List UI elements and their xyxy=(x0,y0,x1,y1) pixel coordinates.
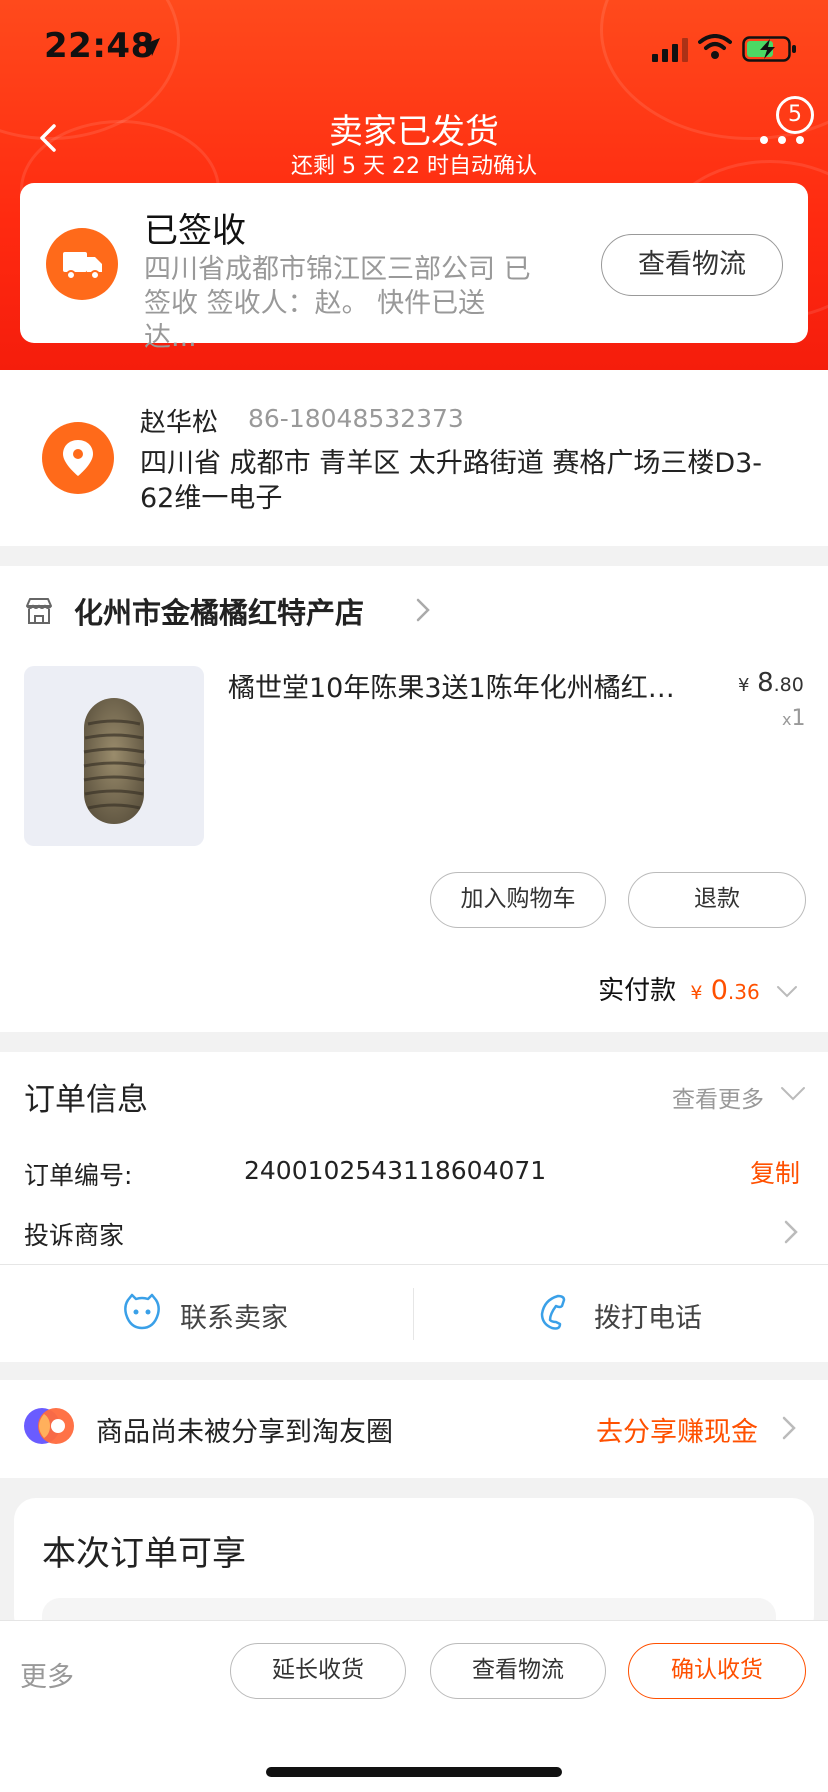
paid-amount-row[interactable]: 实付款 ¥ 0.36 xyxy=(598,970,798,1007)
truck-icon xyxy=(46,228,118,300)
recipient-phone: 86-18048532373 xyxy=(248,404,464,433)
store-icon xyxy=(26,598,52,624)
share-status-text: 商品尚未被分享到淘友圈 xyxy=(96,1417,393,1448)
chevron-right-icon xyxy=(416,598,430,622)
logistics-status: 已签收 xyxy=(144,211,246,251)
order-benefits-card: 本次订单可享 xyxy=(14,1498,814,1658)
view-logistics-button[interactable]: 查看物流 xyxy=(601,234,783,296)
paid-amount: ¥ 0.36 xyxy=(690,975,760,1006)
shop-section: 化州市金橘橘红特产店 橘世堂10年陈果3送1陈年化州橘红… ¥ 8.80 x1 … xyxy=(0,566,828,1032)
call-label: 拨打电话 xyxy=(594,1303,702,1334)
chevron-down-icon xyxy=(777,985,797,997)
paid-label: 实付款 xyxy=(598,976,677,1006)
share-section[interactable]: 商品尚未被分享到淘友圈 去分享赚现金 xyxy=(0,1380,828,1478)
view-logistics-bottom-button[interactable]: 查看物流 xyxy=(430,1643,606,1699)
address-line: 四川省 成都市 青羊区 太升路街道 赛格广场三楼D3-62维一电子 xyxy=(140,448,763,514)
order-number: 2400102543118604071 xyxy=(244,1156,547,1185)
nav-bar: 卖家已发货 还剩 5 天 22 时自动确认 5 xyxy=(0,96,828,186)
product-price: ¥ 8.80 xyxy=(738,668,804,698)
bottom-action-bar: 更多 延长收货 查看物流 确认收货 xyxy=(0,1620,828,1792)
chat-face-icon xyxy=(124,1293,160,1330)
status-bar: 22:48 xyxy=(0,0,828,100)
cellular-signal-icon xyxy=(652,38,688,62)
page-title: 卖家已发货 xyxy=(329,112,499,152)
order-info-title: 订单信息 xyxy=(24,1082,148,1118)
status-time: 22:48 xyxy=(44,26,155,66)
wifi-icon xyxy=(698,34,732,59)
divider xyxy=(0,1264,828,1265)
shop-name[interactable]: 化州市金橘橘红特产店 xyxy=(74,590,364,632)
complain-seller-link[interactable]: 投诉商家 xyxy=(24,1216,124,1252)
extend-receipt-button[interactable]: 延长收货 xyxy=(230,1643,406,1699)
share-earn-link[interactable]: 去分享赚现金 xyxy=(596,1410,758,1449)
add-to-cart-button[interactable]: 加入购物车 xyxy=(430,872,606,928)
home-indicator[interactable] xyxy=(266,1767,562,1777)
more-link[interactable]: 更多 xyxy=(20,1655,74,1694)
contact-seller-label: 联系卖家 xyxy=(180,1303,288,1334)
logistics-card[interactable]: 已签收 四川省成都市锦江区三部公司 已签收 签收人：赵。 快件已送达... 查看… xyxy=(20,183,808,353)
auto-confirm-countdown: 还剩 5 天 22 时自动确认 xyxy=(291,154,537,179)
copy-button[interactable]: 复制 xyxy=(750,1154,800,1190)
product-quantity: x1 xyxy=(782,706,806,731)
battery-charging-icon xyxy=(742,36,796,62)
benefits-title: 本次订单可享 xyxy=(42,1534,246,1574)
chevron-down-icon[interactable] xyxy=(780,1086,806,1102)
order-info-section: 订单信息 查看更多 订单编号: 2400102543118604071 复制 投… xyxy=(0,1052,828,1362)
location-arrow-icon xyxy=(142,38,160,56)
recipient-name: 赵华松 xyxy=(140,408,219,438)
product-image[interactable] xyxy=(24,666,204,846)
location-pin-icon xyxy=(42,422,114,494)
chevron-right-icon xyxy=(782,1416,796,1440)
refund-button[interactable]: 退款 xyxy=(628,872,806,928)
notification-badge: 5 xyxy=(776,96,814,134)
confirm-receipt-button[interactable]: 确认收货 xyxy=(628,1643,806,1699)
order-number-label: 订单编号: xyxy=(24,1161,133,1190)
phone-icon xyxy=(540,1294,566,1330)
logistics-detail: 四川省成都市锦江区三部公司 已签收 签收人：赵。 快件已送达... xyxy=(144,254,531,353)
shipping-address: 赵华松 86-18048532373 四川省 成都市 青羊区 太升路街道 赛格广… xyxy=(0,370,828,546)
divider xyxy=(413,1288,414,1340)
chevron-right-icon xyxy=(784,1220,798,1244)
product-title[interactable]: 橘世堂10年陈果3送1陈年化州橘红… xyxy=(228,666,718,705)
view-more-link[interactable]: 查看更多 xyxy=(672,1080,764,1114)
taoyouquan-logo-icon xyxy=(24,1408,74,1444)
